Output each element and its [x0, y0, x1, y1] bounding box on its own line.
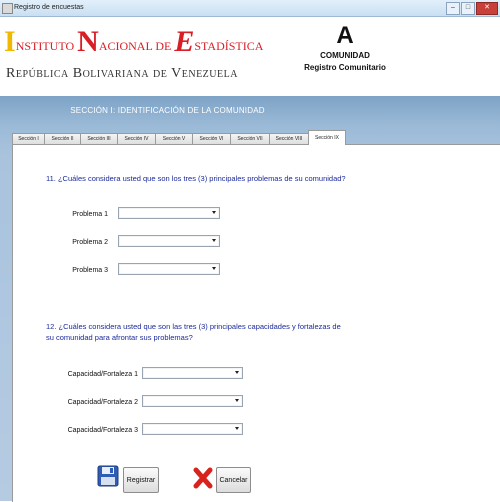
capacidad-2-select[interactable]	[142, 395, 243, 407]
window-title: Registro de encuestas	[14, 4, 84, 11]
app-icon	[2, 3, 13, 14]
section-tabs: Sección I Sección II Sección III Sección…	[12, 130, 346, 145]
main-panel: SECCIÓN I: IDENTIFICACIÓN DE LA COMUNIDA…	[0, 96, 500, 502]
header: INSTITUTO NACIONAL DE ESTADÍSTICA Repúblic…	[0, 17, 500, 95]
capacidad-3-label: Capacidad/Fortaleza 3	[67, 427, 138, 434]
registrar-button[interactable]: Registrar	[123, 467, 159, 493]
ine-logo: INSTITUTO NACIONAL DE ESTADÍSTICA Repúblic…	[4, 25, 263, 95]
logo-line-1: INSTITUTO NACIONAL DE ESTADÍSTICA	[4, 25, 266, 61]
close-icon[interactable]: ✕	[476, 2, 498, 15]
section-title: SECCIÓN I: IDENTIFICACIÓN DE LA COMUNIDA…	[70, 106, 265, 115]
minimize-icon[interactable]: –	[446, 2, 460, 15]
floppy-disk-icon[interactable]	[97, 465, 119, 487]
form-type: Registro Comunitario	[304, 63, 386, 72]
chevron-down-icon	[212, 239, 216, 242]
problema-3-label: Problema 3	[72, 267, 108, 274]
capacidad-1-label: Capacidad/Fortaleza 1	[67, 371, 138, 378]
cancelar-button[interactable]: Cancelar	[216, 467, 251, 493]
logo-word-nacional: ACIONAL DE	[98, 39, 172, 53]
maximize-icon[interactable]: □	[461, 2, 475, 15]
chevron-down-icon	[235, 399, 239, 402]
problema-2-select[interactable]	[118, 235, 220, 247]
window-controls: – □ ✕	[445, 2, 498, 15]
chevron-down-icon	[212, 211, 216, 214]
logo-line-2: República Bolivariana de Venezuela	[6, 66, 238, 81]
tab-seccion-9[interactable]: Sección IX	[308, 130, 346, 145]
question-11: 11. ¿Cuáles considera usted que son los …	[46, 174, 346, 183]
capacidad-2-label: Capacidad/Fortaleza 2	[67, 399, 138, 406]
logo-initial-n: N	[77, 25, 99, 58]
question-12: 12. ¿Cuáles considera usted que son las …	[46, 322, 341, 342]
logo-word-instituto: NSTITUTO	[15, 39, 75, 53]
form-badge: A COMUNIDAD Registro Comunitario	[290, 22, 400, 73]
chevron-down-icon	[212, 267, 216, 270]
problema-2-label: Problema 2	[72, 239, 108, 246]
logo-initial-e: E	[174, 25, 195, 58]
capacidad-1-select[interactable]	[142, 367, 243, 379]
logo-initial-i: I	[4, 25, 16, 58]
tab-content: 11. ¿Cuáles considera usted que son los …	[12, 144, 500, 502]
chevron-down-icon	[235, 371, 239, 374]
problema-3-select[interactable]	[118, 263, 220, 275]
capacidad-3-select[interactable]	[142, 423, 243, 435]
problema-1-label: Problema 1	[72, 211, 108, 218]
window-titlebar: Registro de encuestas – □ ✕	[0, 0, 500, 17]
logo-word-estadistica: STADÍSTICA	[194, 39, 264, 53]
form-letter: A	[336, 22, 354, 49]
cancel-x-icon[interactable]	[193, 467, 213, 489]
form-kind: COMUNIDAD	[320, 51, 370, 60]
problema-1-select[interactable]	[118, 207, 220, 219]
chevron-down-icon	[235, 427, 239, 430]
